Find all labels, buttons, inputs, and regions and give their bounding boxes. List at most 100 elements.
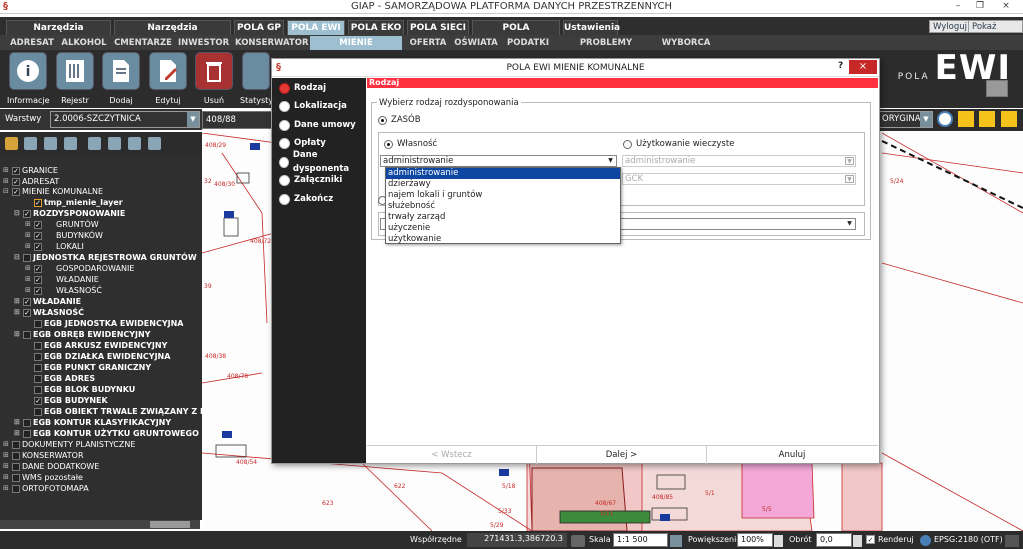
tab-narzedzia-zaawansowane[interactable]: Narzędzia zaawansowane xyxy=(114,20,231,48)
statistics-button[interactable]: Statysty xyxy=(240,52,273,105)
zoom-input[interactable]: 100% xyxy=(737,533,773,547)
subtab-konserwator[interactable]: KONSERWATOR xyxy=(235,36,309,50)
tree-item-tmp-mienie-layer[interactable]: ✓ tmp_mienie_layer xyxy=(25,197,123,208)
tree-item-gospodarowanie[interactable]: ⊞ ✓ GOSPODAROWANIE xyxy=(25,263,134,274)
edit-button[interactable]: Edytuj xyxy=(147,52,189,105)
epsg-label[interactable]: EPSG:2180 (OTF) xyxy=(934,535,1003,544)
add-layer-icon[interactable] xyxy=(5,137,18,150)
tree-item-ortofotomapa[interactable]: ⊞ ORTOFOTOMAPA xyxy=(3,483,89,494)
wlasnosc-radio[interactable] xyxy=(384,140,393,149)
subtab-oswiata[interactable]: OŚWIATA xyxy=(453,36,499,50)
layer-tool-icon[interactable] xyxy=(44,137,57,150)
back-button[interactable]: < Wstecz xyxy=(367,446,537,464)
step-zakoncz[interactable]: Zakończ xyxy=(279,192,333,206)
pencil-icon[interactable] xyxy=(958,111,974,127)
subtab-problemy-spoleczne[interactable]: PROBLEMY SPOŁECZNE xyxy=(556,36,656,62)
render-mode-combo[interactable]: ORYGINAŁ ▼ xyxy=(878,111,933,128)
folder-icon[interactable] xyxy=(986,80,1008,97)
tree-item-egb-obreb[interactable]: ⊞ EGB OBRĘB EWIDENCYJNY xyxy=(14,329,151,340)
zasob-radio[interactable] xyxy=(378,116,387,125)
lock-scale-icon[interactable] xyxy=(670,535,682,547)
tree-item-egb-adres[interactable]: EGB ADRES xyxy=(25,373,95,384)
rodzaj-select[interactable]: administrowanie ▼ xyxy=(380,155,617,167)
option-dzierzawy[interactable]: dzierżawy xyxy=(386,179,620,190)
layer-tool-icon[interactable] xyxy=(108,137,121,150)
subtab-inwestor[interactable]: INWESTOR xyxy=(178,36,229,50)
gck-select[interactable]: GCK ▼ xyxy=(622,173,856,185)
tree-item-egb-kontur-uzytku[interactable]: ⊞ EGB KONTUR UŻYTKU GRUNTOWEGO xyxy=(14,428,199,439)
option-administrowanie[interactable]: administrowanie xyxy=(386,168,620,179)
option-sluzebnosc[interactable]: służebność xyxy=(386,201,620,212)
next-button[interactable]: Dalej > xyxy=(537,446,707,464)
tree-item-wladanie[interactable]: ⊞ ✓ WŁADANIE xyxy=(25,274,99,285)
tree-item-egb-budynek[interactable]: ✓ EGB BUDYNEK xyxy=(25,395,108,406)
tab-pola-gp[interactable]: POLA GP xyxy=(234,20,284,35)
scale-combo[interactable]: 1:1 500 xyxy=(613,533,668,547)
cancel-button[interactable]: Anuluj xyxy=(707,446,877,464)
tree-item-jednostka-rejestrowa[interactable]: ⊟ JEDNOSTKA REJESTROWA GRUNTÓW xyxy=(14,252,197,263)
dialog-close-button[interactable]: × xyxy=(849,60,877,74)
info-button[interactable]: i Informacje xyxy=(7,52,50,105)
tree-item-wms[interactable]: ⊞ WMS pozostałe xyxy=(3,472,83,483)
option-trwaly-zarzad[interactable]: trwały zarząd xyxy=(386,212,620,223)
layer-tool-icon[interactable] xyxy=(88,137,101,150)
tree-item-egb-arkusz[interactable]: EGB ARKUSZ EWIDENCYJNY xyxy=(25,340,167,351)
tree-item-egb-punkt[interactable]: EGB PUNKT GRANICZNY xyxy=(25,362,151,373)
tree-item-mienie-komunalne[interactable]: ⊟ ✓ MIENIE KOMUNALNE xyxy=(3,186,103,197)
step-zalaczniki[interactable]: Załączniki xyxy=(279,173,342,187)
show-menu-button[interactable]: Pokaż menu xyxy=(968,20,1023,45)
add-button[interactable]: Dodaj xyxy=(101,52,141,105)
register-button[interactable]: Rejestr xyxy=(55,52,95,105)
subtab-wyborca[interactable]: WYBORCA xyxy=(661,36,711,50)
rotation-stepper[interactable] xyxy=(853,535,862,547)
step-dane-umowy[interactable]: Dane umowy xyxy=(279,118,356,132)
help-icon[interactable]: ? xyxy=(838,61,843,71)
tab-pola-ewi[interactable]: POLA EWI xyxy=(287,20,345,35)
minimize-button[interactable]: – xyxy=(947,0,969,13)
tab-ustawienia[interactable]: Ustawienia xyxy=(563,20,620,35)
delete-button[interactable]: Usuń xyxy=(194,52,234,105)
logout-button[interactable]: Wyloguj xyxy=(929,20,971,33)
tree-item-budynkow[interactable]: ⊞ ✓ BUDYNKÓW xyxy=(25,230,103,241)
tree-item-wlasnosc-top[interactable]: ⊞ ✓ WŁASNOŚĆ xyxy=(14,307,84,318)
subtab-alkohol[interactable]: ALKOHOL xyxy=(61,36,107,50)
layer-tool-icon[interactable] xyxy=(148,137,161,150)
tree-item-dane-dodatkowe[interactable]: ⊞ DANE DODATKOWE xyxy=(3,461,99,472)
close-button[interactable]: × xyxy=(991,0,1021,13)
subtab-adresat[interactable]: ADRESAT xyxy=(10,36,54,50)
tab-narzedzia-podstawowe[interactable]: Narzędzia podstawowe xyxy=(6,20,111,48)
tree-item-wladanie-top[interactable]: ⊞ ✓ WŁADANIE xyxy=(14,296,81,307)
filter-icon[interactable] xyxy=(64,137,77,150)
tree-item-gruntow[interactable]: ⊞ ✓ GRUNTÓW xyxy=(25,219,99,230)
rodzaj-select-right[interactable]: administrowanie ▼ xyxy=(622,155,856,167)
tree-item-granice[interactable]: ⊞ ✓ GRANICE xyxy=(3,165,58,176)
measure-icon[interactable] xyxy=(1001,111,1017,127)
edit-layer-icon[interactable] xyxy=(979,111,995,127)
zoom-stepper[interactable] xyxy=(774,535,783,547)
subtab-oferta[interactable]: OFERTA xyxy=(408,36,448,50)
tab-pola-eko[interactable]: POLA EKO xyxy=(348,20,404,35)
tab-pola-sieci[interactable]: POLA SIECI xyxy=(407,20,469,35)
step-dane-dysponenta[interactable]: Dane dysponenta xyxy=(279,150,366,174)
layer-tool-icon[interactable] xyxy=(24,137,37,150)
option-najem[interactable]: najem lokali i gruntów xyxy=(386,190,620,201)
tree-item-rozdysponowanie[interactable]: ⊟ ✓ ROZDYSPONOWANIE xyxy=(14,208,125,219)
subtab-mienie-komunalne[interactable]: MIENIE KOMUNALNE xyxy=(310,36,402,62)
restore-button[interactable]: ❐ xyxy=(969,0,991,13)
tree-item-egb-blok[interactable]: EGB BLOK BUDYNKU xyxy=(25,384,135,395)
option-uzyczenie[interactable]: użyczenie xyxy=(386,223,620,234)
tree-item-egb-dzialka[interactable]: EGB DZIAŁKA EWIDENCYJNA xyxy=(25,351,170,362)
tree-scrollbar[interactable] xyxy=(0,520,200,529)
tree-item-egb-kontur-klas[interactable]: ⊞ EGB KONTUR KLASYFIKACYJNY xyxy=(14,417,171,428)
tree-item-egb-obiekt[interactable]: EGB OBIEKT TRWALE ZWIĄZANY Z B xyxy=(25,406,202,417)
step-rodzaj[interactable]: Rodzaj xyxy=(279,81,326,95)
render-checkbox[interactable]: ✓ xyxy=(866,535,875,544)
layers-combo[interactable]: 2.0006-SZCZYTNICA ▼ xyxy=(50,111,200,128)
map-parcel-combo[interactable]: 408/88 xyxy=(202,111,272,129)
option-uzytkowanie[interactable]: użytkowanie xyxy=(386,234,620,245)
tab-pola-integracje[interactable]: POLA INTEGRACJE xyxy=(472,20,560,48)
rotation-input[interactable]: 0,0 xyxy=(816,533,852,547)
messages-icon[interactable] xyxy=(1005,535,1019,547)
compass-icon[interactable] xyxy=(937,111,953,127)
tree-item-wlasnosc[interactable]: ⊞ ✓ WŁASNOŚĆ xyxy=(25,285,102,296)
